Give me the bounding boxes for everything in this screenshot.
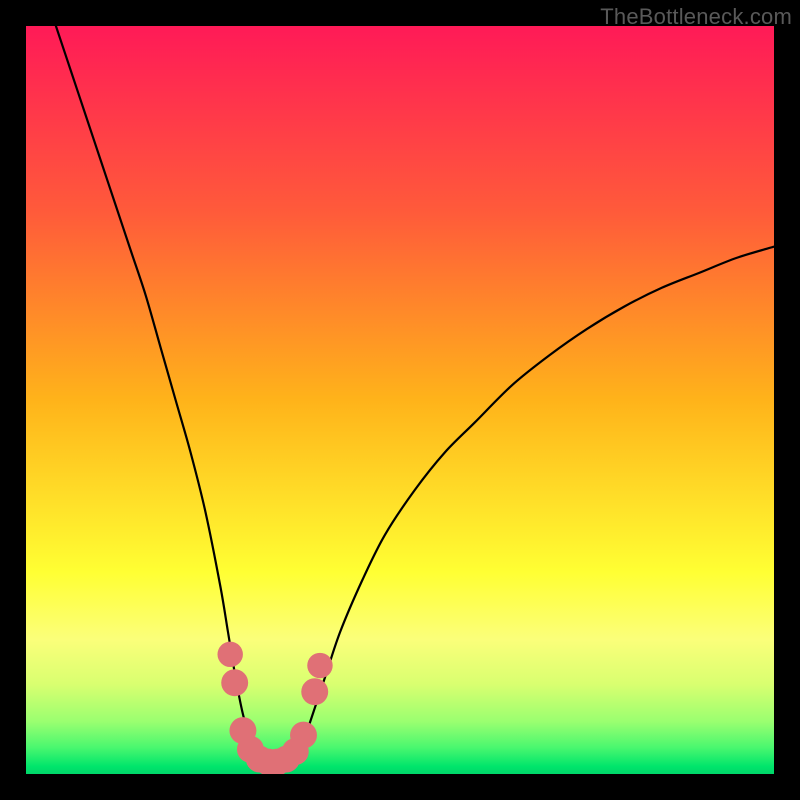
- curve-marker: [307, 653, 332, 678]
- watermark-text: TheBottleneck.com: [600, 4, 792, 30]
- curve-marker: [290, 722, 317, 749]
- gradient-background: [26, 26, 774, 774]
- curve-marker: [301, 678, 328, 705]
- curve-marker: [221, 669, 248, 696]
- curve-marker: [217, 642, 242, 667]
- plot-area: [26, 26, 774, 774]
- chart-frame: TheBottleneck.com: [0, 0, 800, 800]
- bottleneck-chart: [26, 26, 774, 774]
